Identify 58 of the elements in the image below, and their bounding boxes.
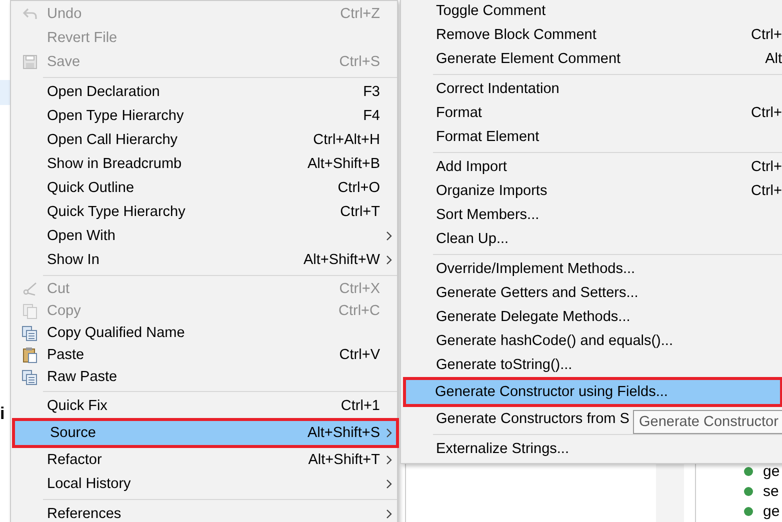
menu-item[interactable]: References: [12, 502, 396, 522]
copy-pages-icon: [22, 370, 37, 384]
menu-item[interactable]: Sort Members...: [436, 207, 540, 223]
menu-item[interactable]: Open With: [12, 224, 396, 248]
menu-item[interactable]: Externalize Strings...: [436, 441, 569, 457]
menu-item[interactable]: Copy Qualified Name: [12, 322, 396, 344]
outline-item[interactable]: se: [763, 482, 779, 500]
menu-item[interactable]: Quick Type Hierarchy Ctrl+T: [12, 200, 396, 224]
menu-item[interactable]: Remove Block Comment: [436, 27, 596, 43]
menu-item[interactable]: Generate Element Comment: [436, 51, 621, 67]
shortcut-label: Ctrl+: [750, 159, 782, 175]
method-icon: [744, 506, 753, 516]
code-fragment: i: [0, 404, 5, 424]
menu-item[interactable]: Open Declaration F3: [12, 80, 396, 104]
shortcut-label: Ctrl+: [750, 183, 782, 199]
menu-item[interactable]: Generate Constructor using Fields...: [406, 380, 780, 404]
shortcut-label: Ctrl+: [750, 105, 782, 121]
copy-pages-icon: [22, 304, 36, 318]
menu-item[interactable]: Organize Imports: [436, 183, 548, 199]
chevron-right-icon: [386, 509, 392, 519]
method-icon: [744, 486, 753, 496]
outline-item[interactable]: ge: [763, 502, 780, 520]
copy-pages-icon: [22, 326, 37, 340]
menu-item[interactable]: Generate Constructors from S: [436, 411, 630, 427]
menu-item[interactable]: Open Type Hierarchy F4: [12, 104, 396, 128]
hover-tooltip: Generate Constructor: [633, 410, 782, 434]
menu-item[interactable]: Clean Up...: [436, 231, 509, 247]
menu-item[interactable]: Raw Paste: [12, 366, 396, 388]
undo-arrow-icon: [22, 7, 38, 21]
menu-item[interactable]: Correct Indentation: [436, 81, 560, 97]
menu-item[interactable]: Format Element: [436, 129, 540, 145]
menu-item[interactable]: Add Import: [436, 159, 507, 175]
menu-item[interactable]: Source Alt+Shift+S: [15, 421, 396, 445]
chevron-right-icon: [386, 255, 392, 265]
chevron-right-icon: [386, 455, 392, 465]
menu-item[interactable]: Format: [436, 105, 482, 121]
shortcut-label: Ctrl+: [750, 27, 782, 43]
menu-item[interactable]: Override/Implement Methods...: [436, 261, 636, 277]
clipboard-icon: [22, 347, 36, 363]
menu-item[interactable]: Open Call Hierarchy Ctrl+Alt+H: [12, 128, 396, 152]
menu-item[interactable]: Toggle Comment: [436, 3, 546, 19]
menu-item[interactable]: Quick Outline Ctrl+O: [12, 176, 396, 200]
menu-item[interactable]: Quick Fix Ctrl+1: [12, 394, 396, 418]
menu-item[interactable]: Generate hashCode() and equals()...: [436, 333, 673, 349]
menu-item[interactable]: Show in Breadcrumb Alt+Shift+B: [12, 152, 396, 176]
menu-item[interactable]: Generate toString()...: [436, 357, 572, 373]
menu-item[interactable]: Show In Alt+Shift+W: [12, 248, 396, 272]
shortcut-label: Alt: [765, 51, 782, 67]
method-icon: [744, 466, 753, 476]
chevron-right-icon: [386, 428, 392, 438]
menu-item[interactable]: Local History: [12, 472, 396, 496]
menu-item[interactable]: Generate Delegate Methods...: [436, 309, 630, 325]
chevron-right-icon: [386, 231, 392, 241]
outline-item[interactable]: ge: [763, 462, 780, 480]
chevron-right-icon: [386, 479, 392, 489]
menu-item[interactable]: Paste Ctrl+V: [12, 344, 396, 366]
menu-item[interactable]: Generate Getters and Setters...: [436, 285, 638, 301]
menu-item[interactable]: Refactor Alt+Shift+T: [12, 448, 396, 472]
